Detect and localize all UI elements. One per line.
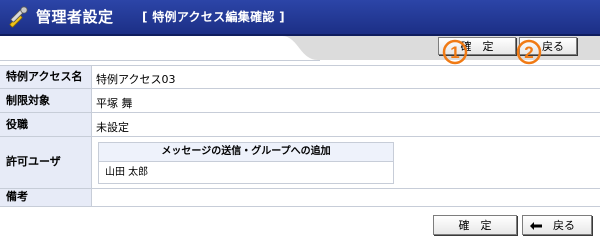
back-button-bottom[interactable]: 戻る [522, 215, 592, 235]
confirm-button-label: 確 定 [458, 219, 492, 232]
marker-2-icon: 2 [516, 39, 542, 65]
restriction-target-label: 制限対象 [0, 89, 92, 112]
row-special-access-name: 特例アクセス名 特例アクセス03 [0, 65, 600, 89]
row-position: 役職 未設定 [0, 113, 600, 137]
row-restriction-target: 制限対象 平塚 舞 [0, 89, 600, 113]
notes-label: 備考 [0, 189, 92, 206]
page-subtitle: [ 特例アクセス編集確認 ] [142, 10, 285, 24]
allowed-users-label: 許可ユーザ [0, 137, 92, 188]
page-title: 管理者設定 [36, 8, 114, 26]
svg-text:2: 2 [524, 43, 533, 62]
allowed-users-table-header: メッセージの送信・グループへの追加 [99, 143, 393, 162]
special-access-name-label: 特例アクセス名 [0, 66, 92, 88]
svg-text:1: 1 [450, 43, 459, 62]
tools-icon [9, 6, 28, 28]
special-access-name-value: 特例アクセス03 [96, 73, 176, 86]
allowed-users-table-cell: 山田 太郎 [105, 167, 149, 178]
back-button-label: 戻る [553, 219, 575, 232]
header-bar: 管理者設定 [ 特例アクセス編集確認 ] [0, 0, 600, 36]
position-label: 役職 [0, 113, 92, 136]
restriction-target-value: 平塚 舞 [96, 97, 133, 110]
back-button-label: 戻る [542, 40, 564, 53]
row-notes: 備考 [0, 189, 600, 207]
marker-1-icon: 1 [442, 39, 468, 65]
confirm-button-bottom[interactable]: 確 定 [433, 215, 517, 235]
position-value: 未設定 [96, 121, 129, 134]
allowed-users-table: メッセージの送信・グループへの追加 山田 太郎 [98, 142, 394, 184]
back-arrow-icon [530, 222, 542, 230]
